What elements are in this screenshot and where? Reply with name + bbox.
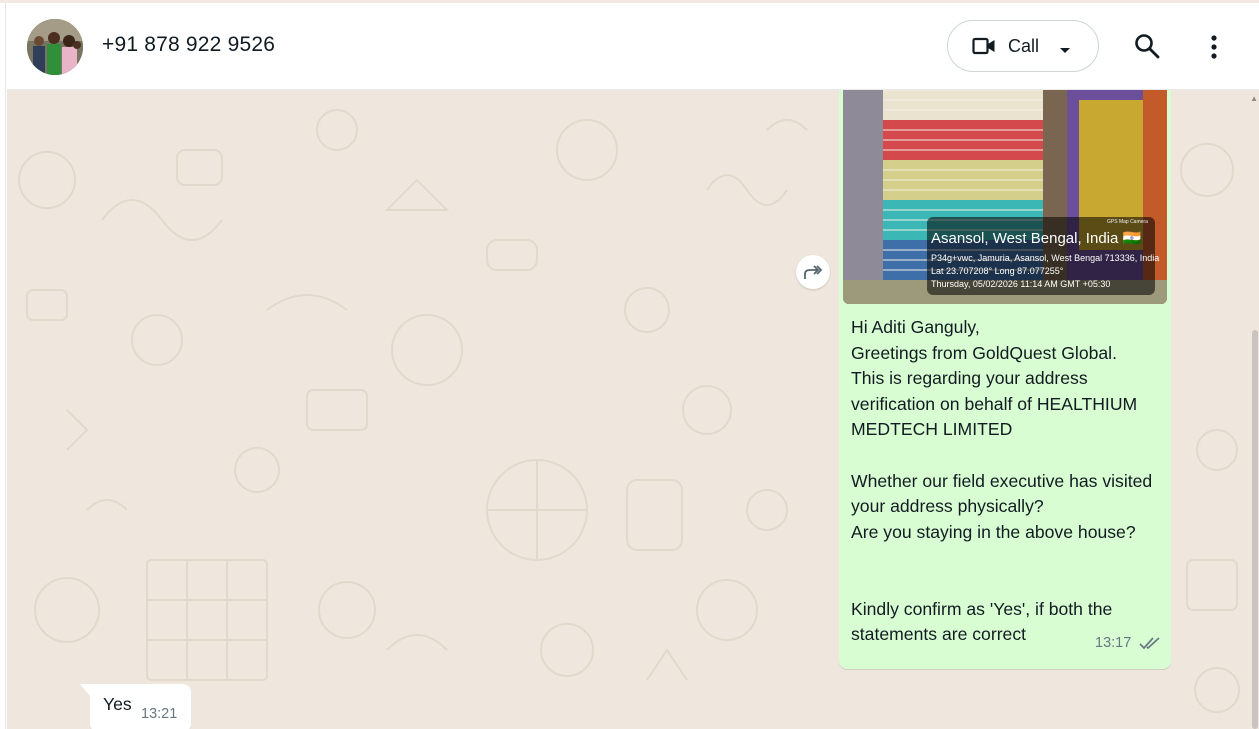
message-time: 13:17	[1095, 635, 1132, 651]
caption-address: P34g+vwc, Jamuria, Asansol, West Bengal …	[931, 253, 1160, 263]
contact-name[interactable]: +91 878 922 9526	[102, 33, 275, 57]
chat-header: +91 878 922 9526 Call	[7, 3, 1259, 90]
forward-icon	[804, 265, 823, 279]
chevron-down-icon	[1059, 42, 1071, 60]
search-icon[interactable]	[1134, 33, 1160, 64]
caption-coordinates: Lat 23.707208° Long 87.077255°	[931, 266, 1064, 276]
call-button[interactable]: Call	[947, 20, 1099, 72]
call-label: Call	[1008, 36, 1040, 56]
caption-title: Asansol, West Bengal, India 🇮🇳	[931, 230, 1142, 247]
incoming-text: Yes	[103, 694, 132, 714]
incoming-message[interactable]: Yes 13:21	[80, 684, 191, 729]
message-photo[interactable]: GPS Map Camera Asansol, West Bengal, Ind…	[843, 90, 1167, 304]
video-icon	[972, 36, 996, 61]
scroll-up-arrow-icon[interactable]: ▲	[1250, 94, 1258, 103]
forward-button[interactable]	[796, 255, 830, 289]
photo-caption: GPS Map Camera Asansol, West Bengal, Ind…	[927, 217, 1159, 295]
avatar[interactable]	[27, 19, 83, 75]
bubble-tail	[80, 684, 90, 696]
incoming-time: 13:21	[141, 706, 178, 722]
window-left-border	[0, 3, 6, 729]
chat-area[interactable]: GPS Map Camera Asansol, West Bengal, Ind…	[7, 90, 1259, 729]
message-text: Hi Aditi Ganguly, Greetings from GoldQue…	[851, 317, 1153, 645]
double-check-icon	[1139, 636, 1161, 655]
scrollbar-thumb[interactable]	[1252, 330, 1258, 729]
outgoing-message[interactable]: GPS Map Camera Asansol, West Bengal, Ind…	[839, 90, 1171, 669]
menu-icon[interactable]	[1205, 34, 1223, 65]
caption-datetime: Thursday, 05/02/2026 11:14 AM GMT +05:30	[931, 279, 1111, 289]
caption-brand: GPS Map Camera	[1107, 219, 1148, 225]
